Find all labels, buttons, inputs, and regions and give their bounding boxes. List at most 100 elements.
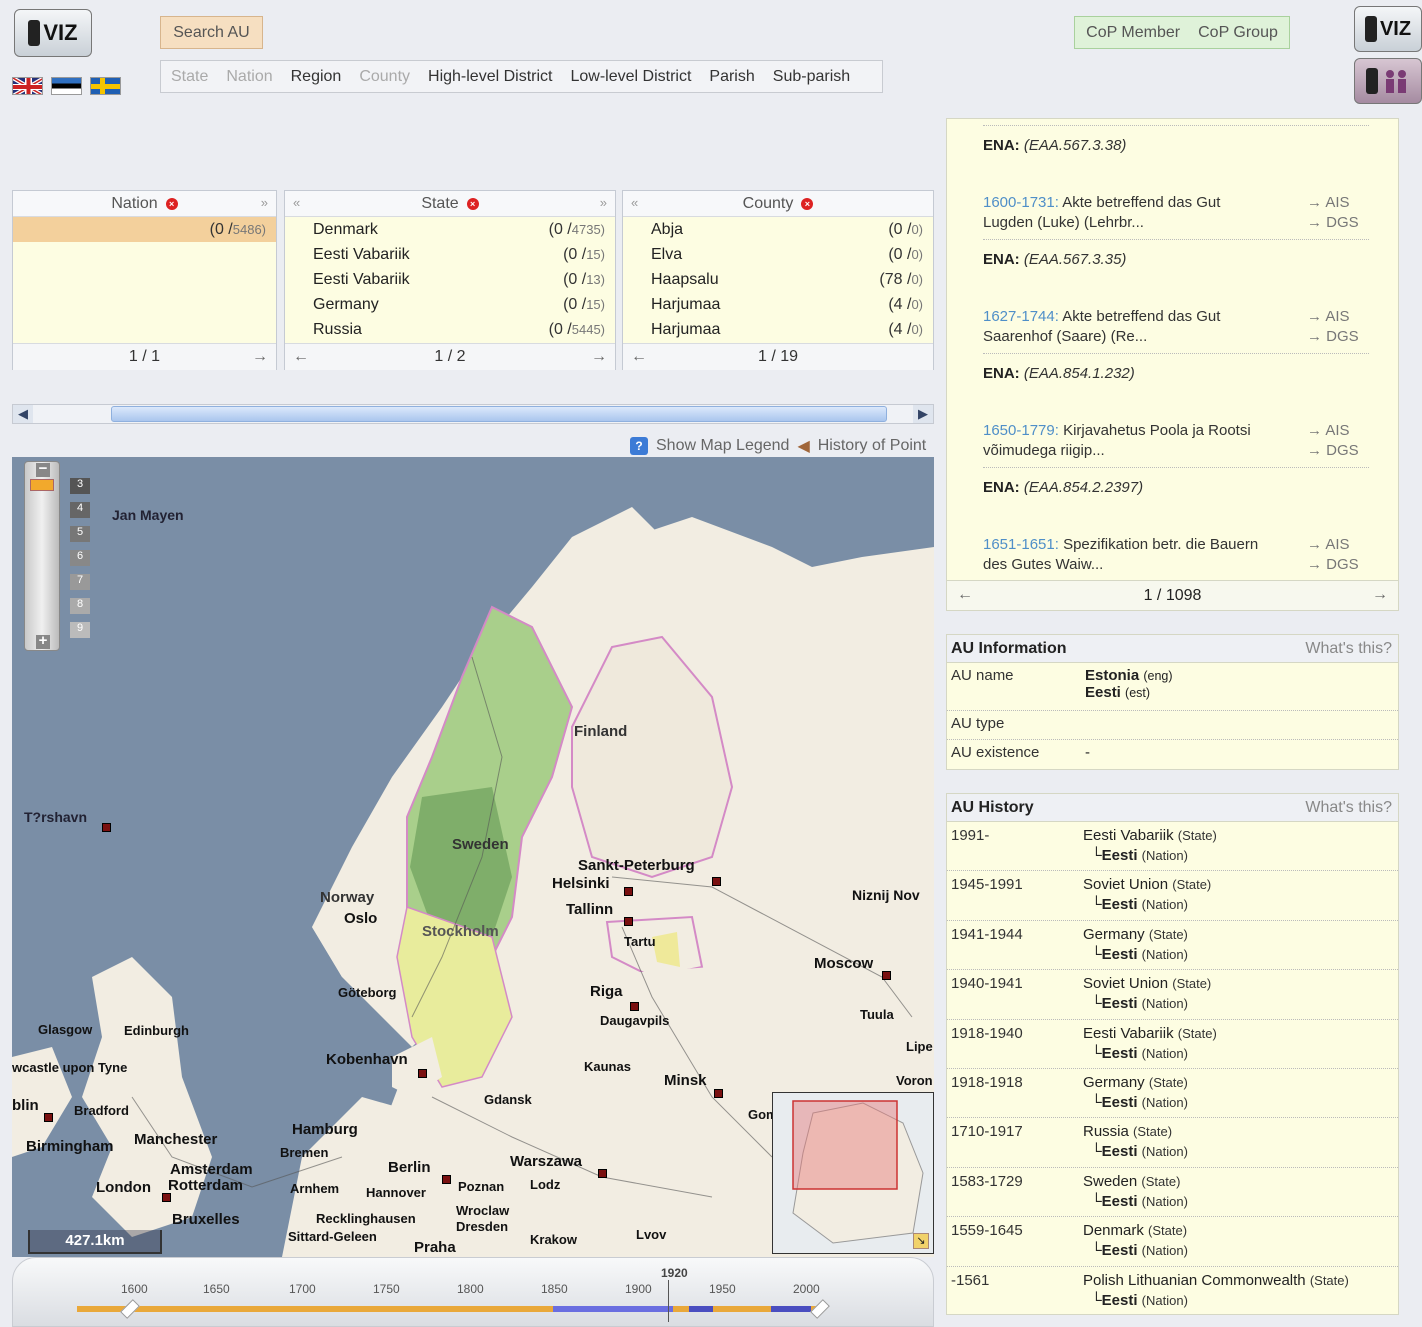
- dgs-link[interactable]: → DGS: [1307, 441, 1359, 461]
- document-links: → AIS → DGS: [1307, 535, 1359, 575]
- prev-page-arrow-icon[interactable]: ←: [293, 348, 309, 366]
- history-of-point-link[interactable]: History of Point: [818, 437, 926, 455]
- next-column-icon[interactable]: »: [261, 195, 268, 210]
- list-item[interactable]: Germany (0 /15): [285, 293, 615, 318]
- history-row[interactable]: 1559-1645 Denmark (State) └Eesti (Nation): [947, 1217, 1398, 1267]
- timeline-tick: 1950: [709, 1282, 736, 1296]
- flag-uk-icon[interactable]: [12, 77, 43, 95]
- list-item[interactable]: Denmark (0 /4735): [285, 217, 615, 242]
- history-row[interactable]: 1941-1944 Germany (State) └Eesti (Nation): [947, 921, 1398, 971]
- history-row[interactable]: 1918-1918 Germany (State) └Eesti (Nation): [947, 1069, 1398, 1119]
- dgs-link[interactable]: → DGS: [1307, 213, 1359, 233]
- history-row[interactable]: 1583-1729 Sweden (State) └Eesti (Nation): [947, 1168, 1398, 1218]
- remove-filter-icon[interactable]: ×: [466, 197, 479, 210]
- document-item[interactable]: 1600-1731: Akte betreffend das Gut Lugde…: [983, 193, 1263, 233]
- map-label: Praha: [414, 1239, 456, 1256]
- scrollbar-thumb[interactable]: [111, 406, 887, 422]
- list-item[interactable]: Elva (0 /0): [623, 242, 933, 267]
- timeline-start-handle[interactable]: [120, 1299, 140, 1319]
- tab-high-level-district[interactable]: High-level District: [428, 68, 552, 86]
- history-pin-icon: ◀: [797, 438, 810, 455]
- remove-filter-icon[interactable]: ×: [165, 197, 178, 210]
- tab-state[interactable]: State: [171, 68, 208, 86]
- app-logo[interactable]: VIZ: [14, 9, 92, 57]
- prev-page-arrow-icon[interactable]: ←: [957, 586, 973, 604]
- viz-logo-link[interactable]: VIZ: [1354, 6, 1422, 52]
- history-row[interactable]: 1945-1991 Soviet Union (State) └Eesti (Nat…: [947, 871, 1398, 921]
- history-row[interactable]: 1710-1917 Russia (State) └Eesti (Nation): [947, 1118, 1398, 1168]
- viz-people-logo[interactable]: [1354, 58, 1422, 104]
- prev-page-arrow-icon[interactable]: ←: [631, 348, 647, 366]
- cop-group-link[interactable]: CoP Group: [1198, 24, 1278, 42]
- timeline-end-handle[interactable]: [810, 1299, 830, 1319]
- zoom-level[interactable]: 6: [70, 550, 90, 566]
- tab-nation[interactable]: Nation: [226, 68, 272, 86]
- map-label: Poznan: [458, 1179, 505, 1194]
- ais-link[interactable]: → AIS: [1307, 193, 1359, 213]
- overview-minimap[interactable]: ↘: [772, 1092, 934, 1254]
- tab-parish[interactable]: Parish: [709, 68, 754, 86]
- whats-this-link[interactable]: What's this?: [1305, 640, 1392, 658]
- history-row[interactable]: 1918-1940 Eesti Vabariik (State) └Eesti (N…: [947, 1020, 1398, 1069]
- list-item[interactable]: Harjumaa (4 /0): [623, 293, 933, 318]
- history-row[interactable]: 1991- Eesti Vabariik (State) └Eesti (Natio…: [947, 822, 1398, 872]
- tab-county[interactable]: County: [359, 68, 410, 86]
- show-map-legend-link[interactable]: Show Map Legend: [656, 437, 789, 455]
- map-label: Recklinghausen: [316, 1211, 416, 1226]
- next-page-arrow-icon[interactable]: →: [1372, 586, 1388, 604]
- tab-sub-parish[interactable]: Sub-parish: [773, 68, 850, 86]
- timeline-tick: 1750: [373, 1282, 400, 1296]
- map-label: Helsinki: [552, 875, 610, 892]
- tab-low-level-district[interactable]: Low-level District: [570, 68, 691, 86]
- whats-this-link[interactable]: What's this?: [1305, 799, 1392, 817]
- zoom-level[interactable]: 8: [70, 598, 90, 614]
- scroll-right-icon[interactable]: ▶: [913, 405, 933, 423]
- zoom-slider-handle[interactable]: [30, 479, 54, 491]
- timeline-marker-year: 1920: [661, 1266, 688, 1280]
- ais-link[interactable]: → AIS: [1307, 307, 1359, 327]
- dgs-link[interactable]: → DGS: [1307, 327, 1359, 347]
- column-header: « County ×: [623, 191, 933, 217]
- timeline-slider[interactable]: 1920 1600 1650 1700 1750 1800 1850 1900 …: [12, 1257, 934, 1327]
- list-item[interactable]: Haapsalu (78 /0): [623, 267, 933, 292]
- document-item[interactable]: 1627-1744: Akte betreffend das Gut Saare…: [983, 307, 1263, 347]
- panel-title: AU History: [951, 798, 1034, 816]
- ais-link[interactable]: → AIS: [1307, 421, 1359, 441]
- columns-scrollbar[interactable]: ◀ ▶: [12, 404, 934, 424]
- zoom-level[interactable]: 3: [70, 478, 90, 494]
- list-item[interactable]: (0 /5486): [13, 217, 276, 243]
- zoom-level[interactable]: 4: [70, 502, 90, 518]
- zoom-in-button[interactable]: +: [36, 633, 50, 649]
- zoom-level[interactable]: 5: [70, 526, 90, 542]
- cop-member-link[interactable]: CoP Member: [1086, 24, 1180, 42]
- zoom-out-button[interactable]: −: [36, 461, 50, 477]
- next-column-icon[interactable]: »: [600, 195, 607, 210]
- minimap-toggle-icon[interactable]: ↘: [913, 1233, 929, 1249]
- flag-estonia-icon[interactable]: [51, 77, 82, 95]
- document-item[interactable]: 1651-1651: Spezifikation betr. die Bauer…: [983, 535, 1263, 575]
- next-page-arrow-icon[interactable]: →: [252, 348, 268, 366]
- map-label: Sweden: [452, 836, 509, 853]
- ais-link[interactable]: → AIS: [1307, 535, 1359, 555]
- history-row[interactable]: -1561 Polish Lithuanian Commonwealth (Sta…: [947, 1267, 1398, 1316]
- zoom-level[interactable]: 7: [70, 574, 90, 590]
- remove-filter-icon[interactable]: ×: [801, 197, 814, 210]
- dgs-link[interactable]: → DGS: [1307, 555, 1359, 575]
- document-item[interactable]: 1650-1779: Kirjavahetus Poola ja Rootsi …: [983, 421, 1263, 461]
- history-row[interactable]: 1940-1941 Soviet Union (State) └Eesti (Nat…: [947, 970, 1398, 1020]
- list-item[interactable]: Russia (0 /5445): [285, 318, 615, 343]
- list-item[interactable]: Eesti Vabariik (0 /13): [285, 267, 615, 292]
- list-item[interactable]: Eesti Vabariik (0 /15): [285, 242, 615, 267]
- timeline-tick: 1900: [625, 1282, 652, 1296]
- prev-column-icon[interactable]: «: [631, 195, 638, 210]
- next-page-arrow-icon[interactable]: →: [591, 348, 607, 366]
- prev-column-icon[interactable]: «: [293, 195, 300, 210]
- search-au-button[interactable]: Search AU: [160, 16, 263, 49]
- tab-region[interactable]: Region: [291, 68, 342, 86]
- scroll-left-icon[interactable]: ◀: [13, 405, 33, 423]
- zoom-level[interactable]: 9: [70, 622, 90, 638]
- map-label: Gdansk: [484, 1092, 532, 1107]
- flag-sweden-icon[interactable]: [90, 77, 121, 95]
- list-item[interactable]: Abja (0 /0): [623, 217, 933, 242]
- list-item[interactable]: Harjumaa (4 /0): [623, 318, 933, 343]
